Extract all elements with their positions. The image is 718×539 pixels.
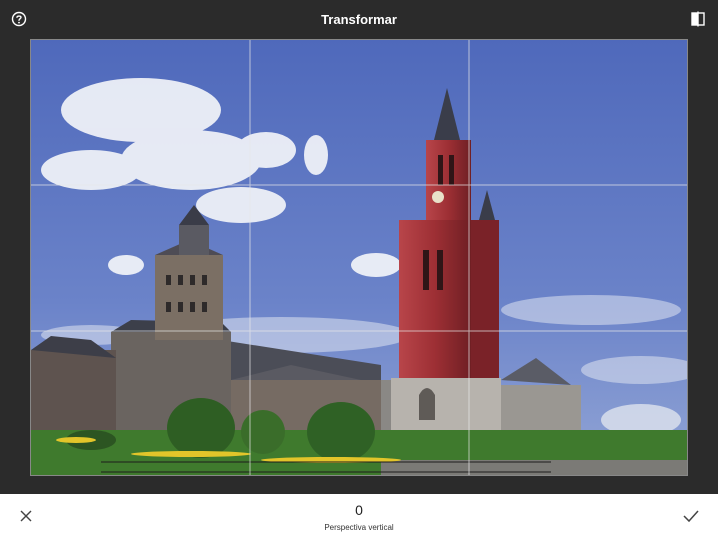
adjustment-label: Perspectiva vertical [324,523,394,532]
page-title: Transformar [321,12,397,27]
top-toolbar: Transformar [0,0,718,38]
church-photo [31,40,687,475]
compare-icon[interactable] [690,11,706,27]
adjustment-value[interactable]: 0 [0,502,718,518]
adjustment-bar: 0 Perspectiva vertical [0,494,718,539]
photo-canvas[interactable] [30,39,688,476]
check-icon[interactable] [682,508,700,524]
